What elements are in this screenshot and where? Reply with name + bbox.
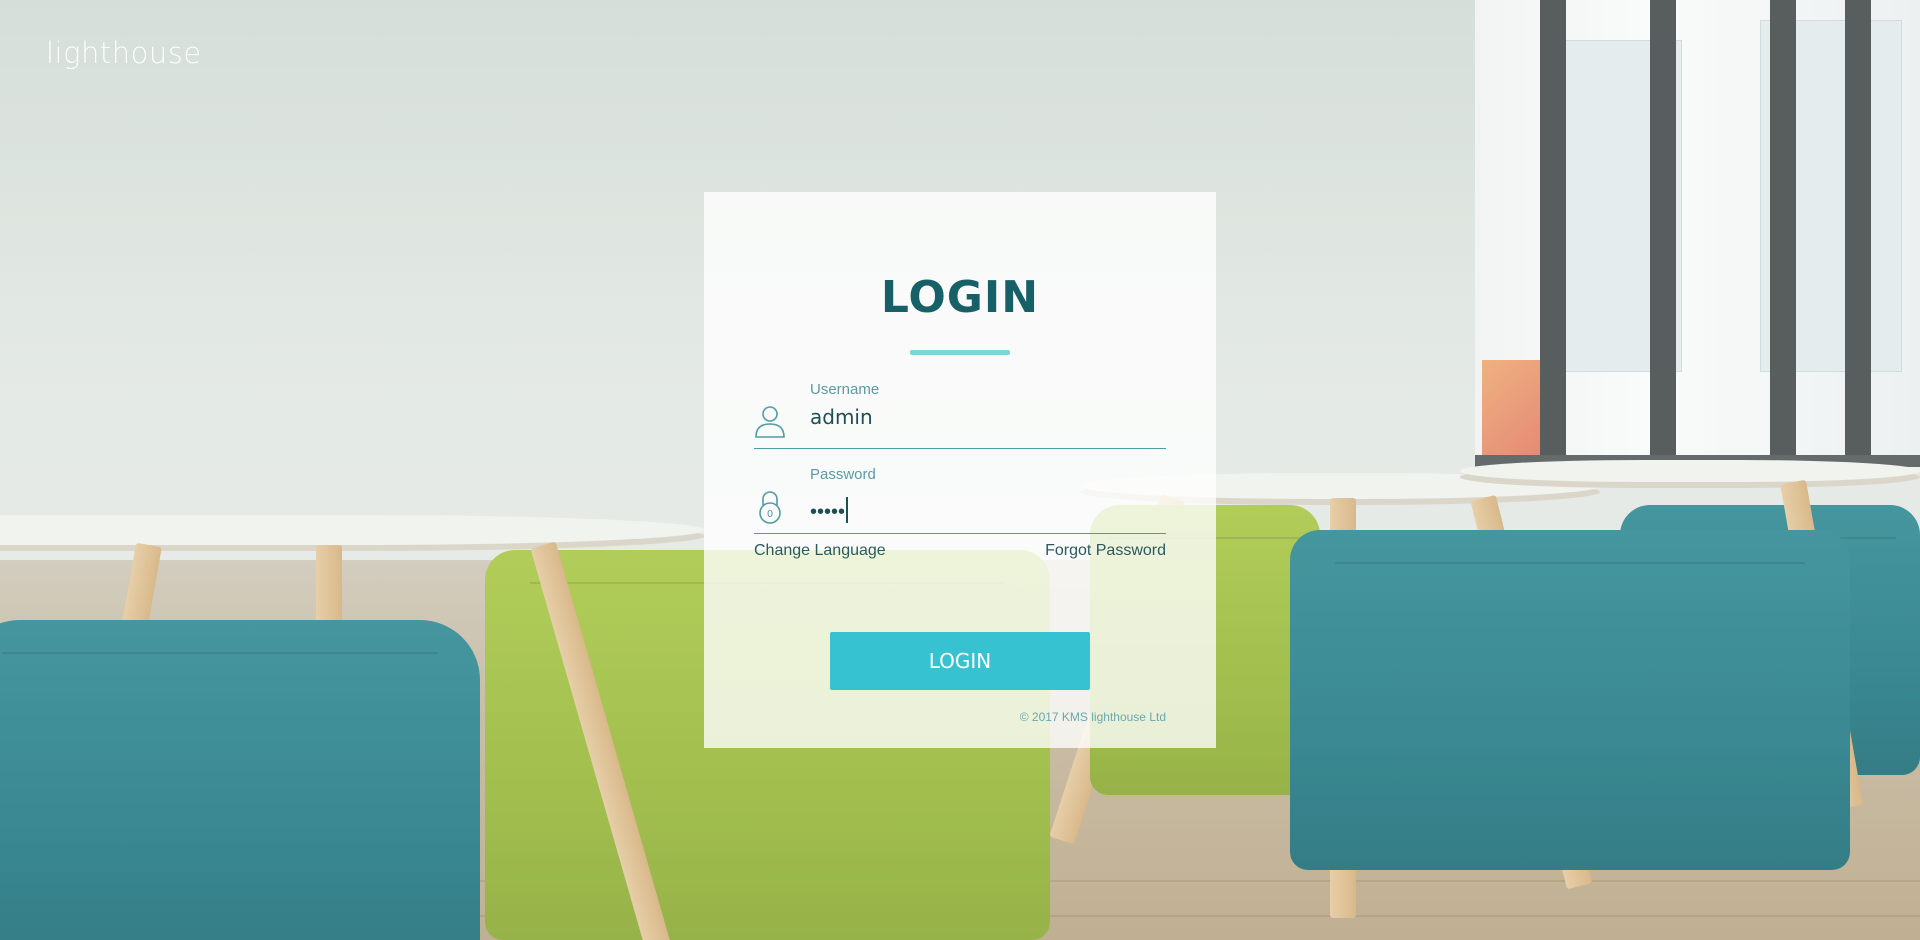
user-icon <box>755 406 785 438</box>
svg-text:0: 0 <box>767 509 773 520</box>
password-field[interactable]: 0 Password ••••• <box>754 461 1166 534</box>
login-card: LOGIN Username 0 Password ••••• Change L… <box>704 192 1216 748</box>
login-button[interactable]: LOGIN <box>830 632 1090 690</box>
padlock-icon: 0 <box>759 491 781 524</box>
change-language-link[interactable]: Change Language <box>754 542 886 560</box>
brand-logo: lighthouse <box>46 36 202 70</box>
title-underline <box>910 350 1010 355</box>
forgot-password-link[interactable]: Forgot Password <box>1045 542 1166 560</box>
login-title: LOGIN <box>880 272 1040 323</box>
username-label: Username <box>810 381 880 398</box>
password-input[interactable]: ••••• <box>810 497 849 524</box>
username-input[interactable] <box>810 405 1150 429</box>
username-field[interactable]: Username <box>754 376 1166 449</box>
text-cursor <box>846 497 849 523</box>
password-label: Password <box>810 466 876 483</box>
copyright-text: © 2017 KMS lighthouse Ltd <box>1019 710 1166 724</box>
